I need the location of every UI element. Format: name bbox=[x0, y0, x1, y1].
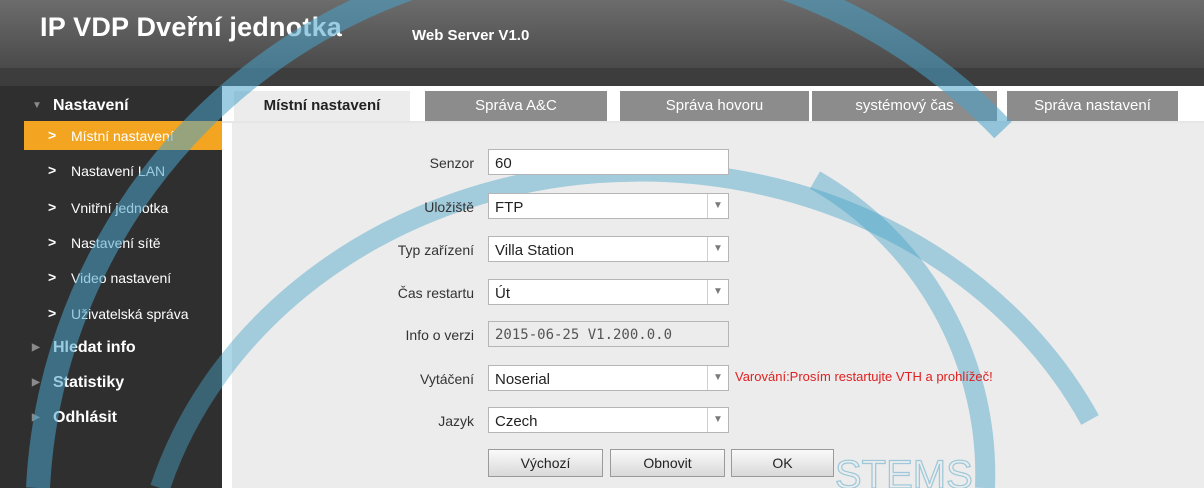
sidebar-item-nastaveni-lan[interactable]: > Nastavení LAN bbox=[24, 156, 222, 186]
jazyk-select[interactable]: Czech ▼ bbox=[488, 407, 729, 433]
sidebar-section-statistiky[interactable]: ▶ Statistiky bbox=[0, 368, 222, 398]
uloziste-label: Uložiště bbox=[424, 199, 474, 215]
uloziste-value: FTP bbox=[495, 199, 524, 216]
info-o-verzi-field: 2015-06-25 V1.200.0.0 bbox=[488, 321, 729, 347]
sidebar-item-video-nastaveni[interactable]: > Video nastavení bbox=[24, 263, 222, 293]
sidebar-item-uzivatelska-sprava[interactable]: > Uživatelská správa bbox=[24, 299, 222, 329]
sidebar: ▼ Nastavení > Místní nastavení > Nastave… bbox=[0, 86, 222, 488]
sidebar-item-nastaveni-site[interactable]: > Nastavení sítě bbox=[24, 228, 222, 258]
collapsed-triangle-icon: ▶ bbox=[32, 412, 40, 423]
jazyk-label: Jazyk bbox=[438, 413, 474, 429]
default-button[interactable]: Výchozí bbox=[488, 449, 603, 477]
sidebar-section-label: Statistiky bbox=[53, 374, 125, 391]
chevron-down-icon: ▼ bbox=[707, 366, 728, 390]
vytaceni-label: Vytáčení bbox=[420, 371, 474, 387]
typ-zarizeni-select[interactable]: Villa Station ▼ bbox=[488, 236, 729, 262]
uloziste-select[interactable]: FTP ▼ bbox=[488, 193, 729, 219]
sidebar-section-hledat-info[interactable]: ▶ Hledat info bbox=[0, 333, 222, 363]
sidebar-section-label: Nastavení bbox=[53, 97, 129, 114]
chevron-down-icon: ▼ bbox=[707, 194, 728, 218]
chevron-right-icon: > bbox=[48, 199, 57, 215]
vytaceni-select[interactable]: Noserial ▼ bbox=[488, 365, 729, 391]
expanded-triangle-icon: ▼ bbox=[32, 100, 42, 111]
sidebar-section-nastaveni[interactable]: ▼ Nastavení bbox=[0, 91, 222, 121]
cas-restartu-label: Čas restartu bbox=[397, 285, 474, 301]
ok-button[interactable]: OK bbox=[731, 449, 834, 477]
sidebar-item-label: Nastavení LAN bbox=[71, 163, 166, 179]
app-version: Web Server V1.0 bbox=[412, 27, 530, 44]
chevron-right-icon: > bbox=[48, 127, 57, 143]
tab-sprava-ac[interactable]: Správa A&C bbox=[425, 91, 607, 121]
header-bottom-bar bbox=[0, 68, 1204, 86]
settings-panel bbox=[232, 123, 1204, 488]
jazyk-value: Czech bbox=[495, 413, 538, 430]
senzor-label: Senzor bbox=[429, 155, 474, 171]
typ-zarizeni-value: Villa Station bbox=[495, 242, 574, 259]
app-title: IP VDP Dveřní jednotka bbox=[40, 12, 343, 42]
chevron-right-icon: > bbox=[48, 234, 57, 250]
info-o-verzi-label: Info o verzi bbox=[405, 327, 474, 343]
sidebar-section-label: Hledat info bbox=[53, 339, 136, 356]
typ-zarizeni-label: Typ zařízení bbox=[397, 242, 474, 258]
collapsed-triangle-icon: ▶ bbox=[32, 342, 40, 353]
chevron-right-icon: > bbox=[48, 305, 57, 321]
refresh-button[interactable]: Obnovit bbox=[610, 449, 725, 477]
sidebar-item-vnitrni-jednotka[interactable]: > Vnitřní jednotka bbox=[24, 193, 222, 223]
collapsed-triangle-icon: ▶ bbox=[32, 377, 40, 388]
chevron-down-icon: ▼ bbox=[707, 408, 728, 432]
cas-restartu-value: Út bbox=[495, 285, 510, 302]
sidebar-section-odhlasit[interactable]: ▶ Odhlásit bbox=[0, 403, 222, 433]
sidebar-item-label: Vnitřní jednotka bbox=[71, 200, 169, 216]
chevron-down-icon: ▼ bbox=[707, 237, 728, 261]
senzor-input[interactable]: 60 bbox=[488, 149, 729, 175]
tab-sprava-hovoru[interactable]: Správa hovoru bbox=[620, 91, 809, 121]
sidebar-item-label: Video nastavení bbox=[71, 270, 172, 286]
app-header: IP VDP Dveřní jednotka Web Server V1.0 bbox=[0, 0, 1204, 68]
sidebar-section-label: Odhlásit bbox=[53, 409, 118, 426]
sidebar-item-mistni-nastaveni[interactable]: > Místní nastavení bbox=[24, 121, 222, 150]
restart-warning: Varování:Prosím restartujte VTH a prohlí… bbox=[735, 369, 993, 384]
sidebar-item-label: Místní nastavení bbox=[71, 128, 174, 144]
cas-restartu-select[interactable]: Út ▼ bbox=[488, 279, 729, 305]
tab-bar: Místní nastavení Správa A&C Správa hovor… bbox=[222, 86, 1204, 122]
chevron-down-icon: ▼ bbox=[707, 280, 728, 304]
tab-systemovy-cas[interactable]: systémový čas bbox=[812, 91, 997, 121]
sidebar-item-label: Uživatelská správa bbox=[71, 306, 189, 322]
tab-mistni-nastaveni[interactable]: Místní nastavení bbox=[234, 91, 410, 121]
chevron-right-icon: > bbox=[48, 269, 57, 285]
sidebar-item-label: Nastavení sítě bbox=[71, 235, 161, 251]
tab-sprava-nastaveni[interactable]: Správa nastavení bbox=[1007, 91, 1178, 121]
chevron-right-icon: > bbox=[48, 162, 57, 178]
vytaceni-value: Noserial bbox=[495, 371, 551, 388]
